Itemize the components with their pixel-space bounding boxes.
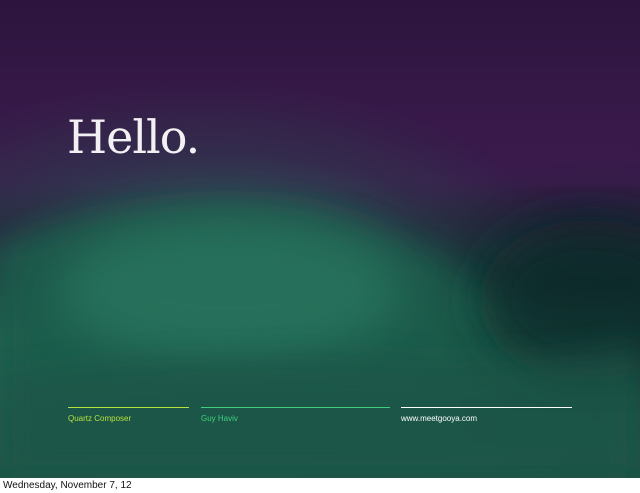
website-link[interactable]: www.meetgooya.com: [401, 414, 572, 423]
date-caption: Wednesday, November 7, 12: [3, 480, 132, 491]
footer-item-website[interactable]: www.meetgooya.com: [401, 407, 572, 423]
page: Hello. Quartz Composer Guy Haviv www.mee…: [0, 0, 640, 493]
footer-rule: [201, 407, 390, 408]
slide-title: Hello.: [67, 110, 200, 164]
footer-rule: [68, 407, 189, 408]
footer-label: Quartz Composer: [68, 414, 132, 423]
footer-item-author: Guy Haviv: [201, 407, 390, 423]
footer-rule: [401, 407, 572, 408]
slide: Hello. Quartz Composer Guy Haviv www.mee…: [0, 0, 640, 478]
footer-label: Guy Haviv: [201, 414, 238, 423]
footer-item-quartz-composer: Quartz Composer: [68, 407, 189, 423]
